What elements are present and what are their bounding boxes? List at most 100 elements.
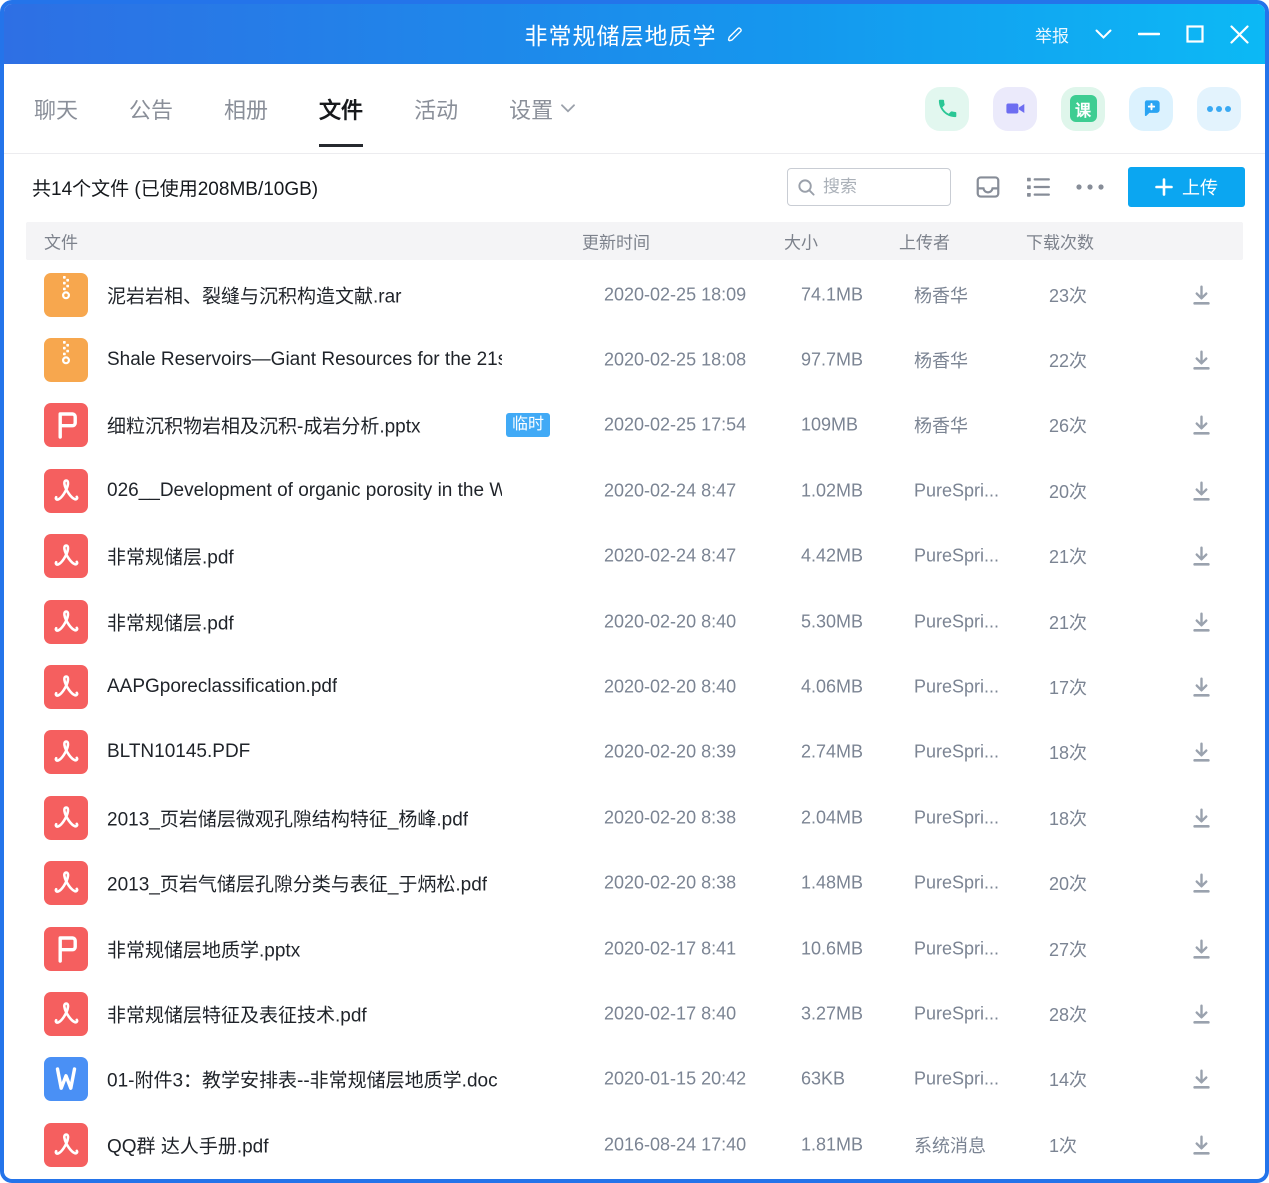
file-toolbar: 共14个文件 (已使用208MB/10GB) 上传 <box>4 154 1265 220</box>
table-row[interactable]: 2013_页岩储层微观孔隙结构特征_杨峰.pdf 2020-02-20 8:38… <box>4 785 1265 850</box>
tab-announcement[interactable]: 公告 <box>127 85 175 133</box>
class-icon-label: 课 <box>1070 95 1097 122</box>
chat-plus-icon[interactable] <box>1129 87 1173 131</box>
pdf-icon <box>44 1123 88 1167</box>
table-row[interactable]: AAPGporeclassification.pdf 2020-02-20 8:… <box>4 654 1265 719</box>
search-input[interactable] <box>823 177 941 197</box>
file-size: 3.27MB <box>801 1003 863 1024</box>
file-name[interactable]: 2013_页岩储层微观孔隙结构特征_杨峰.pdf <box>107 804 468 831</box>
chevron-down-icon <box>561 104 575 113</box>
pdf-icon <box>44 665 88 709</box>
file-name[interactable]: 非常规储层地质学.pptx <box>107 935 300 962</box>
file-size: 2.74MB <box>801 742 863 763</box>
chevron-down-icon[interactable] <box>1095 29 1112 40</box>
file-name[interactable]: Shale Reservoirs—Giant Resources for the… <box>107 349 502 371</box>
file-size: 5.30MB <box>801 611 863 632</box>
table-row[interactable]: 01-附件3：教学安排表--非常规储层地质学.doc 2020-01-15 20… <box>4 1047 1265 1112</box>
search-box[interactable] <box>787 168 951 206</box>
file-name[interactable]: BLTN10145.PDF <box>107 741 250 763</box>
download-icon[interactable] <box>1187 346 1215 374</box>
table-row[interactable]: 非常规储层特征及表征技术.pdf 2020-02-17 8:40 3.27MB … <box>4 981 1265 1046</box>
report-link[interactable]: 举报 <box>1035 22 1069 47</box>
download-icon[interactable] <box>1187 1065 1215 1093</box>
file-name[interactable]: 2013_页岩气储层孔隙分类与表征_于炳松.pdf <box>107 870 487 897</box>
tab-settings-label: 设置 <box>509 93 553 125</box>
more-icon[interactable] <box>1197 87 1241 131</box>
file-size: 1.02MB <box>801 480 863 501</box>
file-name[interactable]: 非常规储层特征及表征技术.pdf <box>107 1000 367 1027</box>
file-updated-time: 2020-02-17 8:41 <box>604 938 736 959</box>
pdf-icon <box>44 534 88 578</box>
file-name[interactable]: 非常规储层.pdf <box>107 608 234 635</box>
file-name[interactable]: 01-附件3：教学安排表--非常规储层地质学.doc <box>107 1066 498 1093</box>
download-icon[interactable] <box>1187 804 1215 832</box>
download-icon[interactable] <box>1187 869 1215 897</box>
tab-files[interactable]: 文件 <box>317 85 365 133</box>
file-uploader: PureSpri... <box>914 873 999 894</box>
pdf-icon <box>44 796 88 840</box>
download-icon[interactable] <box>1187 935 1215 963</box>
download-icon[interactable] <box>1187 1131 1215 1159</box>
download-icon[interactable] <box>1187 1000 1215 1028</box>
column-header-downloads: 下载次数 <box>1026 229 1094 254</box>
inbox-icon[interactable] <box>974 173 1002 201</box>
table-row[interactable]: QQ群 达人手册.pdf 2016-08-24 17:40 1.81MB 系统消… <box>4 1112 1265 1177</box>
table-row[interactable]: 非常规储层地质学.pptx 2020-02-17 8:41 10.6MB Pur… <box>4 916 1265 981</box>
video-call-icon[interactable] <box>993 87 1037 131</box>
minimize-button[interactable] <box>1138 32 1160 36</box>
edit-pencil-icon[interactable] <box>726 25 745 44</box>
file-download-count: 21次 <box>1049 543 1087 569</box>
file-updated-time: 2016-08-24 17:40 <box>604 1134 746 1155</box>
file-size: 1.81MB <box>801 1134 863 1155</box>
tab-settings[interactable]: 设置 <box>507 85 577 133</box>
file-updated-time: 2020-02-24 8:47 <box>604 480 736 501</box>
download-icon[interactable] <box>1187 477 1215 505</box>
file-size: 74.1MB <box>801 284 863 305</box>
file-uploader: PureSpri... <box>914 1003 999 1024</box>
table-row[interactable]: 非常规储层.pdf 2020-02-20 8:40 5.30MB PureSpr… <box>4 589 1265 654</box>
download-icon[interactable] <box>1187 281 1215 309</box>
download-icon[interactable] <box>1187 542 1215 570</box>
table-row[interactable]: 非常规储层.pdf 2020-02-24 8:47 4.42MB PureSpr… <box>4 524 1265 589</box>
file-download-count: 20次 <box>1049 478 1087 504</box>
more-horizontal-icon[interactable] <box>1075 183 1105 191</box>
table-row[interactable]: 泥岩岩相、裂缝与沉积构造文献.rar 2020-02-25 18:09 74.1… <box>4 262 1265 327</box>
table-row[interactable]: BLTN10145.PDF 2020-02-20 8:39 2.74MB Pur… <box>4 720 1265 785</box>
file-name[interactable]: QQ群 达人手册.pdf <box>107 1131 269 1158</box>
download-icon[interactable] <box>1187 673 1215 701</box>
tab-chat[interactable]: 聊天 <box>32 85 80 133</box>
file-name[interactable]: AAPGporeclassification.pdf <box>107 676 337 698</box>
table-row[interactable]: 细粒沉积物岩相及沉积-成岩分析.pptx 临时 2020-02-25 17:54… <box>4 393 1265 458</box>
file-name[interactable]: 非常规储层.pdf <box>107 543 234 570</box>
class-icon[interactable]: 课 <box>1061 87 1105 131</box>
file-name[interactable]: 泥岩岩相、裂缝与沉积构造文献.rar <box>107 281 402 308</box>
file-name[interactable]: 026__Development of organic porosity in … <box>107 480 502 502</box>
file-uploader: 杨香华 <box>914 412 968 438</box>
table-row[interactable]: Shale Reservoirs—Giant Resources for the… <box>4 327 1265 392</box>
window-title: 非常规储层地质学 <box>525 17 717 51</box>
download-icon[interactable] <box>1187 738 1215 766</box>
file-uploader: PureSpri... <box>914 1069 999 1090</box>
list-view-icon[interactable] <box>1025 175 1052 199</box>
upload-button[interactable]: 上传 <box>1128 167 1245 207</box>
close-button[interactable] <box>1230 25 1249 44</box>
file-name[interactable]: 细粒沉积物岩相及沉积-成岩分析.pptx <box>107 412 421 439</box>
download-icon[interactable] <box>1187 608 1215 636</box>
phone-icon[interactable] <box>925 87 969 131</box>
file-updated-time: 2020-02-25 18:09 <box>604 284 746 305</box>
maximize-button[interactable] <box>1186 25 1204 43</box>
file-size: 109MB <box>801 415 858 436</box>
table-row[interactable]: 2013_页岩气储层孔隙分类与表征_于炳松.pdf 2020-02-20 8:3… <box>4 851 1265 916</box>
file-uploader: PureSpri... <box>914 546 999 567</box>
file-updated-time: 2020-01-15 20:42 <box>604 1069 746 1090</box>
file-uploader: 系统消息 <box>914 1132 986 1158</box>
download-icon[interactable] <box>1187 411 1215 439</box>
file-uploader: PureSpri... <box>914 611 999 632</box>
table-row[interactable]: 026__Development of organic porosity in … <box>4 458 1265 523</box>
pdf-icon <box>44 469 88 513</box>
tab-activity[interactable]: 活动 <box>412 85 460 133</box>
pdf-icon <box>44 730 88 774</box>
file-count-summary: 共14个文件 (已使用208MB/10GB) <box>32 174 318 201</box>
file-size: 10.6MB <box>801 938 863 959</box>
tab-album[interactable]: 相册 <box>222 85 270 133</box>
